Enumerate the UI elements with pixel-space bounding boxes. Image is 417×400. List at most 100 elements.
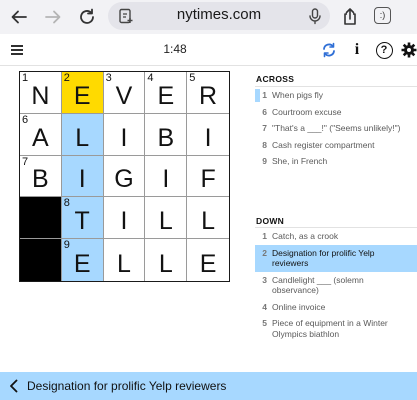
- cell-letter: I: [204, 123, 212, 152]
- clue-text: She, in French: [272, 156, 328, 166]
- crossword-block-cell: [20, 197, 62, 240]
- clue-text: "That's a ___!" ("Seems unlikely!"): [272, 123, 401, 133]
- clue-number: 2: [262, 247, 267, 258]
- crossword-cell[interactable]: 2E: [61, 72, 104, 114]
- clue-text: Cash register compartment: [272, 139, 375, 150]
- help-button[interactable]: ?: [373, 39, 395, 61]
- reload-icon[interactable]: [76, 6, 98, 28]
- down-clue-item[interactable]: 2 Designation for prolific Yelp reviewers: [255, 244, 417, 272]
- crossword-cell[interactable]: I: [103, 197, 146, 240]
- rebus-sync-icon[interactable]: [318, 39, 340, 61]
- crossword-block-cell: [20, 239, 62, 281]
- cell-letter: E: [73, 81, 91, 110]
- share-icon[interactable]: [339, 6, 361, 28]
- across-heading: ACROSS: [256, 74, 295, 84]
- down-clue-item[interactable]: 4 Online invoice: [255, 299, 417, 316]
- crossword-cell[interactable]: 5R: [187, 72, 229, 114]
- cell-letter: I: [162, 165, 170, 194]
- crossword-cell[interactable]: 7B: [20, 155, 62, 198]
- info-button[interactable]: i: [346, 39, 368, 61]
- crossword-cell[interactable]: 8T: [61, 197, 104, 240]
- cell-number: 9: [63, 239, 70, 252]
- cell-letter: L: [117, 249, 131, 278]
- crossword-cell[interactable]: I: [187, 113, 229, 156]
- chevron-left-icon[interactable]: [7, 378, 21, 394]
- crossword-cell[interactable]: G: [103, 155, 146, 198]
- clue-number: 4: [262, 301, 267, 312]
- clue-text: Piece of equipment in a Winter Olympics …: [272, 318, 388, 339]
- clue-number: 3: [262, 274, 267, 285]
- clue-number: 8: [262, 139, 267, 150]
- cell-letter: L: [75, 123, 90, 152]
- cell-letter: L: [158, 207, 173, 236]
- crossword-cell[interactable]: L: [61, 113, 104, 156]
- down-clue-item[interactable]: 3 Candlelight ___ (solemn observance): [255, 272, 417, 299]
- current-clue-bar[interactable]: Designation for prolific Yelp reviewers: [0, 372, 417, 400]
- game-toolbar: 1:48 i ?: [0, 34, 417, 66]
- crossword-cell[interactable]: I: [145, 155, 188, 198]
- cell-letter: N: [31, 81, 50, 110]
- crossword-cell[interactable]: B: [145, 113, 188, 156]
- settings-gear-icon[interactable]: [398, 39, 417, 61]
- clue-text: When pigs fly: [272, 90, 324, 100]
- browser-toolbar: nytimes.com :): [0, 0, 417, 34]
- back-arrow-icon[interactable]: [8, 6, 30, 28]
- cell-letter: I: [120, 207, 128, 236]
- clue-number: 5: [262, 318, 267, 328]
- crossword-cell[interactable]: 1N: [20, 72, 62, 114]
- cell-letter: L: [158, 249, 173, 278]
- clue-text: Candlelight ___ (solemn observance): [272, 274, 364, 296]
- cell-letter: I: [78, 165, 86, 194]
- across-clue-item[interactable]: 1 When pigs fly: [255, 87, 417, 104]
- crossword-cell[interactable]: 3V: [103, 72, 146, 114]
- crossword-cell[interactable]: L: [145, 197, 188, 240]
- cell-letter: E: [73, 249, 91, 278]
- clue-number: 1: [262, 90, 267, 100]
- crossword-cell[interactable]: 9E: [61, 239, 104, 281]
- cell-letter: T: [74, 207, 90, 236]
- across-clue-item[interactable]: 7 "That's a ___!" ("Seems unlikely!"): [255, 120, 417, 137]
- current-clue-text: Designation for prolific Yelp reviewers: [27, 379, 227, 393]
- crossword-cell[interactable]: I: [61, 155, 104, 198]
- crossword-cell[interactable]: 6A: [20, 113, 62, 156]
- cell-letter: B: [157, 123, 175, 152]
- help-icon: ?: [375, 41, 393, 59]
- crossword-cell[interactable]: E: [187, 239, 229, 281]
- clue-number: 1: [262, 231, 267, 241]
- tabs-button[interactable]: :): [374, 7, 391, 24]
- across-clue-item[interactable]: 8 Cash register compartment: [255, 137, 417, 154]
- crossword-cell[interactable]: L: [145, 239, 188, 281]
- across-clue-list: 1 When pigs fly 6 Courtroom excuse 7 "That's …: [255, 86, 417, 170]
- clue-text: Courtroom excuse: [272, 106, 342, 117]
- clue-text: Designation for prolific Yelp reviewers: [272, 247, 375, 269]
- crossword-cell[interactable]: L: [103, 239, 146, 281]
- down-heading: DOWN: [256, 216, 285, 226]
- forward-arrow-icon[interactable]: [42, 6, 64, 28]
- address-bar[interactable]: nytimes.com: [108, 2, 330, 30]
- cell-letter: L: [201, 207, 216, 236]
- down-clue-list: 1 Catch, as a crook 2 Designation for proli…: [255, 227, 417, 342]
- url-text: nytimes.com: [176, 6, 262, 23]
- cell-letter: B: [32, 165, 49, 194]
- cell-letter: V: [115, 81, 133, 110]
- crossword-board[interactable]: 1N2E3V4E5R6ALIBI7BIGIF8TILL9ELLE: [19, 71, 230, 282]
- puzzle-timer[interactable]: 1:48: [0, 42, 350, 56]
- crossword-cell[interactable]: F: [187, 155, 229, 198]
- clue-text: Catch, as a crook: [272, 231, 339, 241]
- microphone-icon[interactable]: [306, 7, 324, 25]
- crossword-cell[interactable]: 4E: [145, 72, 188, 114]
- cell-letter: G: [114, 165, 134, 194]
- cell-letter: R: [199, 81, 218, 110]
- down-clue-item[interactable]: 5 Piece of equipment in a Winter Olympics…: [255, 315, 417, 342]
- crossword-cell[interactable]: L: [187, 197, 229, 240]
- across-clue-item[interactable]: 6 Courtroom excuse: [255, 104, 417, 121]
- across-clue-item[interactable]: 9 She, in French: [255, 153, 417, 170]
- down-clue-item[interactable]: 1 Catch, as a crook: [255, 228, 417, 245]
- clue-number: 6: [262, 106, 267, 117]
- clue-number: 7: [262, 123, 267, 133]
- cell-letter: A: [32, 123, 49, 152]
- cell-letter: I: [120, 123, 128, 152]
- clue-number: 9: [262, 156, 267, 166]
- clue-text: Online invoice: [272, 301, 326, 312]
- crossword-cell[interactable]: I: [103, 113, 146, 156]
